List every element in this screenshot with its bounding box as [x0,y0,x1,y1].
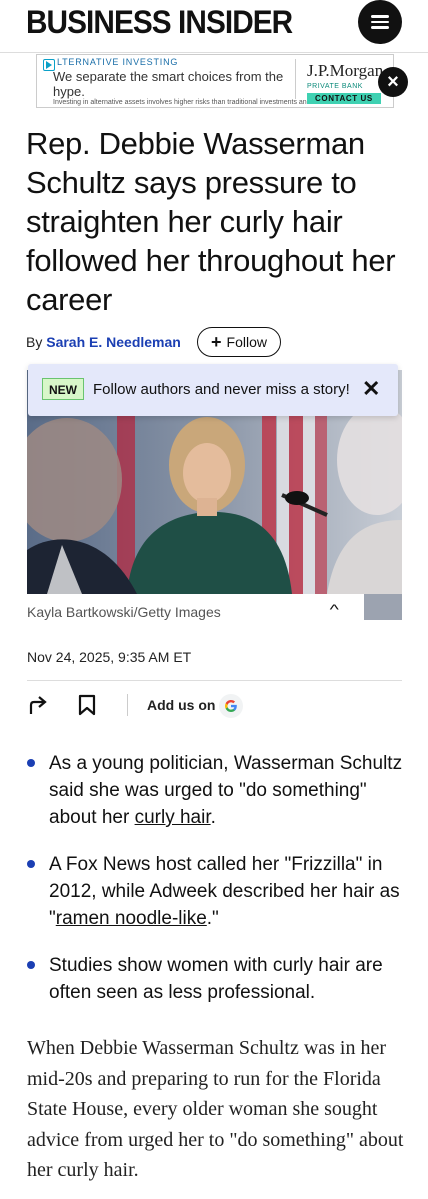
photo-edge [364,594,402,620]
close-icon: × [387,71,399,93]
plus-icon: + [211,332,222,352]
publish-date: Nov 24, 2025, 9:35 AM ET [27,649,192,665]
bullet-dot [27,961,35,969]
site-header: BUSINESS INSIDER [0,0,428,52]
follow-label: Follow [226,334,267,350]
site-logo[interactable]: BUSINESS INSIDER [26,2,293,42]
byline: By Sarah E. Needleman [26,334,181,350]
ad-banner[interactable]: LTERNATIVE INVESTING We separate the sma… [36,54,394,108]
menu-button[interactable] [358,0,402,44]
follow-authors-toast: NEW Follow authors and never miss a stor… [28,364,398,416]
curly-hair-link[interactable]: curly hair [135,807,211,828]
key-point-text: Studies show women with curly hair are o… [49,955,383,1003]
follow-button[interactable]: + Follow [197,327,281,357]
toast-close-button[interactable]: ✕ [362,376,380,402]
new-badge: NEW [42,378,84,400]
author-link[interactable]: Sarah E. Needleman [46,334,181,350]
ad-sponsor-label: LTERNATIVE INVESTING [57,57,179,67]
action-divider [127,694,128,716]
divider [27,680,402,681]
ad-contact-button[interactable]: CONTACT US [307,93,381,104]
article-headline: Rep. Debbie Wasserman Schultz says press… [26,126,396,317]
add-us-label[interactable]: Add us on [147,697,215,713]
key-point: As a young politician, Wasserman Schultz… [27,750,407,831]
hamburger-menu-icon [371,15,389,29]
byline-prefix: By [26,334,43,350]
ad-close-button[interactable]: × [378,67,408,97]
ad-headline[interactable]: We separate the smart choices from the h… [53,69,303,99]
share-icon[interactable] [27,694,49,716]
key-point-text: As a young politician, Wasserman Schultz… [49,753,403,828]
ad-brand[interactable]: J.P.Morgan [307,61,383,81]
bullet-dot [27,759,35,767]
close-icon: ✕ [362,376,381,401]
article-body-paragraph: When Debbie Wasserman Schultz was in her… [27,1037,404,1181]
key-point: A Fox News host called her "Frizzilla" i… [27,851,407,932]
key-points-list: As a young politician, Wasserman Schultz… [27,750,407,1026]
chevron-up-icon[interactable]: ^ [330,601,339,617]
key-point-text-end: ." [206,908,219,929]
key-point: Studies show women with curly hair are o… [27,952,407,1006]
toast-message[interactable]: Follow authors and never miss a story! [93,381,350,398]
ad-divider [295,59,296,99]
header-divider [0,52,428,53]
photo-caption: Kayla Bartkowski/Getty Images [27,604,221,620]
ramen-noodle-link[interactable]: ramen noodle-like [56,908,207,929]
bullet-dot [27,860,35,868]
key-point-text-end: . [210,807,216,828]
ad-brand-sub: PRIVATE BANK [307,83,363,90]
google-icon[interactable] [219,694,243,718]
bookmark-icon[interactable] [77,694,97,716]
